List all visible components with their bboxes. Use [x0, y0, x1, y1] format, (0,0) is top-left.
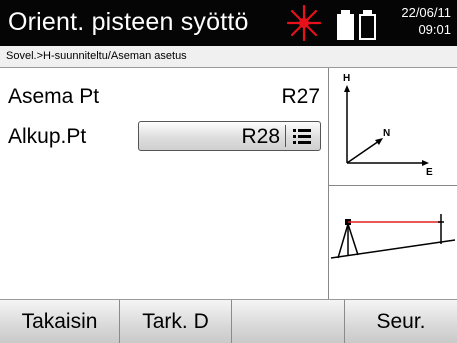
- breadcrumb: Sovel.>H-suunniteltu/Aseman asetus: [0, 46, 457, 68]
- softkey-bar: Takaisin Tark. D Seur.: [0, 299, 457, 343]
- backsight-point-label: Alkup.Pt: [8, 125, 87, 148]
- breadcrumb-text: Sovel.>H-suunniteltu/Aseman asetus: [6, 50, 187, 62]
- battery-empty-icon: [359, 10, 376, 40]
- north-axis-label: H: [343, 73, 350, 84]
- page-title: Orient. pisteen syöttö: [8, 8, 249, 36]
- backsight-point-field[interactable]: R28: [138, 121, 321, 151]
- backsight-point-value: R28: [241, 125, 280, 148]
- station-point-label: Asema Pt: [8, 85, 100, 108]
- check-distance-button-label: Tark. D: [142, 310, 209, 333]
- station-point-value: R27: [281, 85, 320, 108]
- main-panel: Asema Pt R27 Alkup.Pt R28: [0, 68, 328, 299]
- back-button-label: Takaisin: [21, 310, 98, 333]
- title-bar: Orient. pisteen syöttö 22/06/11 09:01: [0, 0, 457, 46]
- backsight-scene-diagram: [330, 214, 456, 259]
- battery-full-icon: [337, 10, 354, 40]
- date-time: 22/06/11 09:01: [401, 4, 451, 37]
- screen: Orient. pisteen syöttö 22/06/11 09:01 So…: [0, 0, 457, 343]
- e-axis-label: E: [426, 167, 433, 178]
- next-button-label: Seur.: [376, 310, 426, 333]
- empty-softkey[interactable]: [232, 300, 345, 343]
- laser-on-icon[interactable]: [287, 5, 321, 41]
- coordinate-axes-diagram: H N E: [343, 73, 433, 178]
- n-axis-label: N: [383, 128, 390, 139]
- back-button[interactable]: Takaisin: [0, 300, 120, 343]
- date: 22/06/11: [401, 5, 451, 20]
- time: 09:01: [418, 22, 451, 37]
- check-distance-button[interactable]: Tark. D: [120, 300, 232, 343]
- field-divider: [285, 125, 286, 147]
- list-icon[interactable]: [288, 125, 316, 147]
- next-button[interactable]: Seur.: [345, 300, 457, 343]
